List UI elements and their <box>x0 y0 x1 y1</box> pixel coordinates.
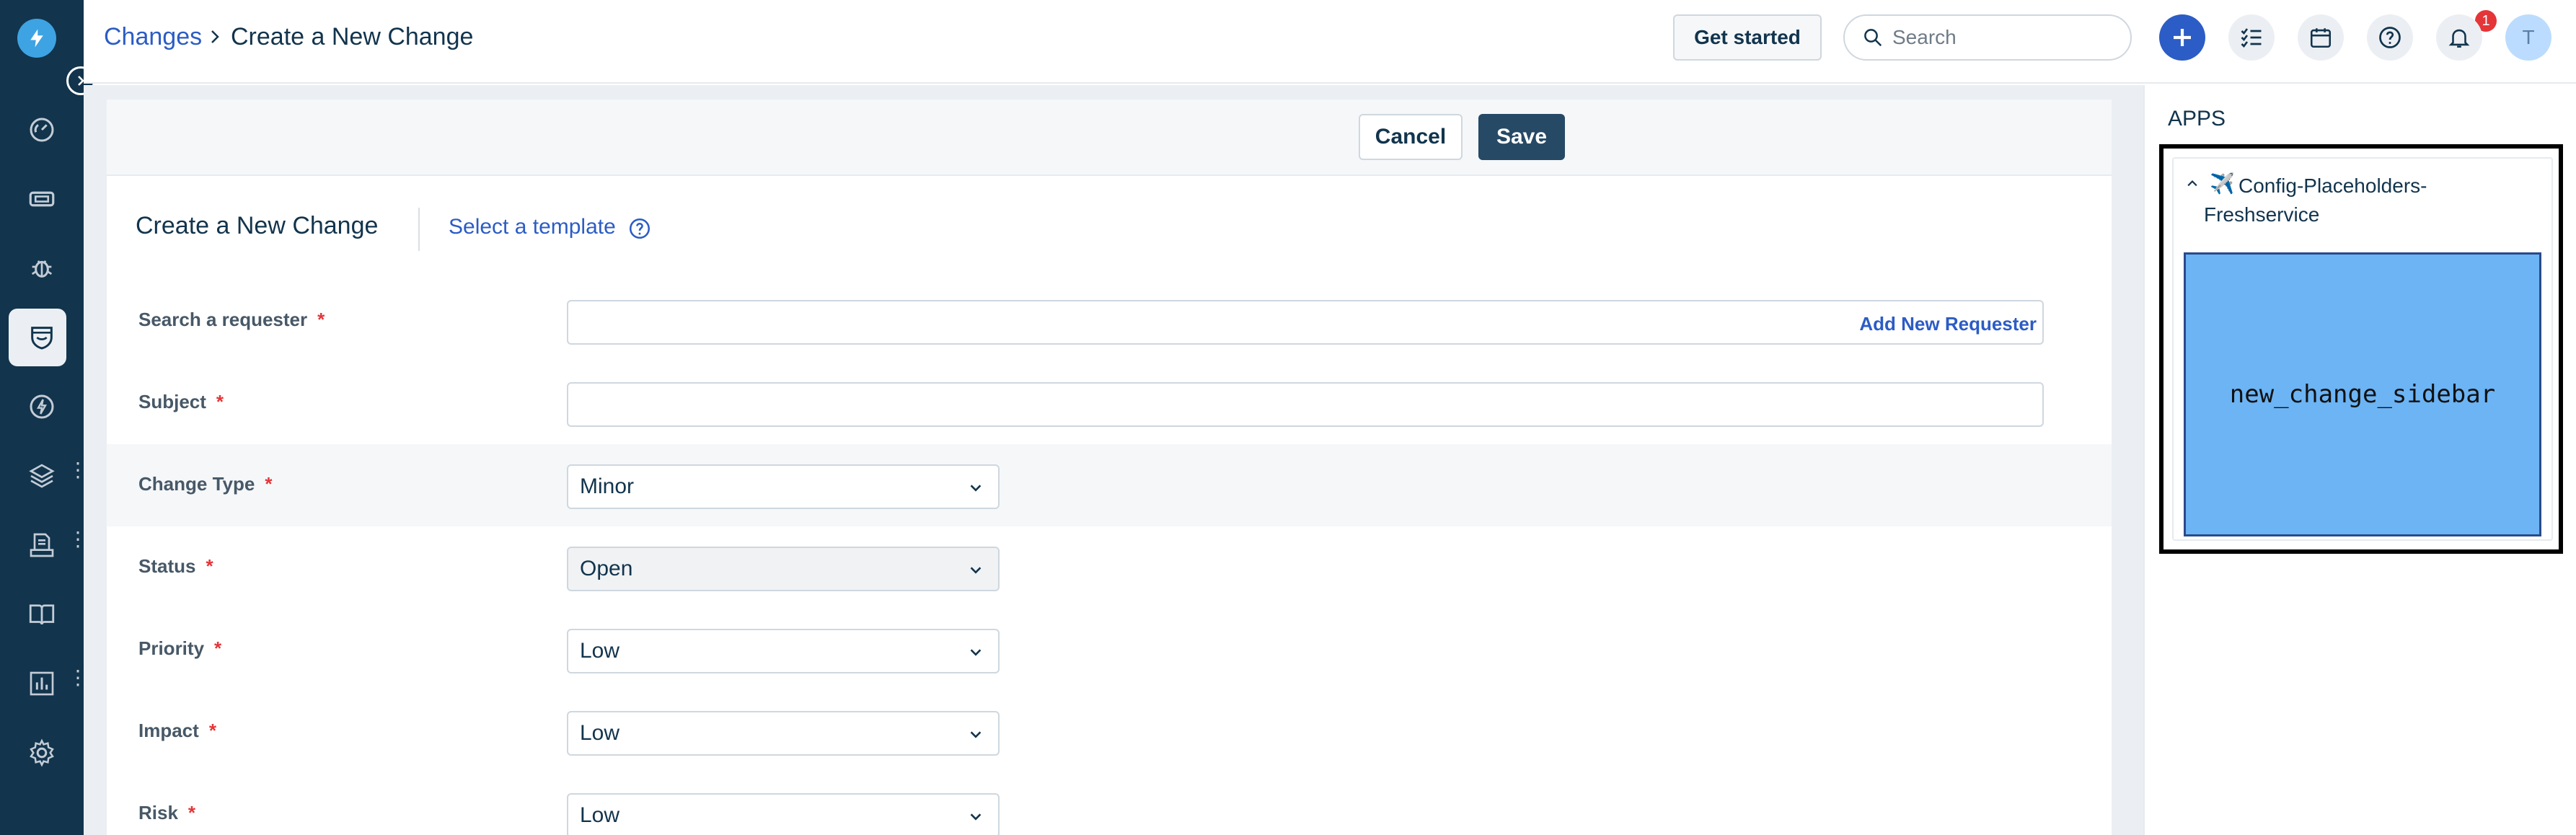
change-type-label: Change Type <box>138 473 255 495</box>
new-item-button[interactable] <box>2159 14 2205 61</box>
sidebar-item-releases[interactable] <box>0 378 84 436</box>
field-subject: Subject * <box>107 362 2112 444</box>
risk-value: Low <box>580 803 620 827</box>
chevron-right-icon <box>211 30 219 43</box>
priority-select[interactable]: Low <box>567 629 1000 673</box>
chevron-down-icon <box>970 567 982 574</box>
freshservice-logo-icon[interactable] <box>17 19 56 58</box>
search-icon <box>1864 29 1882 47</box>
field-risk: Risk * Low <box>107 773 2112 835</box>
apps-title: APPS <box>2168 107 2226 131</box>
help-icon <box>2379 27 2401 48</box>
app-placeholder-canvas[interactable]: new_change_sidebar <box>2184 252 2541 536</box>
book-icon <box>29 604 55 625</box>
layers-icon <box>29 464 55 488</box>
priority-value: Low <box>580 639 620 663</box>
save-button[interactable]: Save <box>1478 114 1565 160</box>
field-change-type: Change Type * Minor <box>107 444 2112 526</box>
template-help-icon[interactable] <box>627 216 652 241</box>
sidebar-item-solutions[interactable] <box>0 586 84 643</box>
field-priority: Priority * Low <box>107 609 2112 691</box>
field-impact: Impact * Low <box>107 691 2112 773</box>
impact-value: Low <box>580 721 620 745</box>
ticket-icon <box>29 191 55 207</box>
gauge-icon <box>30 118 54 142</box>
chevron-down-icon <box>970 813 982 821</box>
bug-icon <box>31 260 53 278</box>
search-input[interactable] <box>1892 26 2109 49</box>
sidebar-item-admin[interactable] <box>0 724 84 782</box>
sidebar-item-tickets[interactable] <box>0 170 84 228</box>
requester-label: Search a requester <box>138 309 308 330</box>
impact-label: Impact <box>138 720 199 741</box>
risk-select[interactable]: Low <box>567 793 1000 835</box>
chevron-down-icon <box>970 485 982 492</box>
bolt-icon <box>30 394 54 419</box>
notifications-button[interactable] <box>2436 14 2482 61</box>
required-marker: * <box>188 802 196 823</box>
field-status: Status * Open <box>107 526 2112 609</box>
airplane-icon: ✈️ <box>2210 172 2235 195</box>
app-highlight-frame: Config-Placeholders-Freshservice ✈️ new_… <box>2159 144 2563 554</box>
subject-input[interactable] <box>567 382 2044 427</box>
gear-icon <box>30 738 54 767</box>
shield-icon <box>31 327 53 350</box>
chevron-up-icon[interactable] <box>2185 176 2200 190</box>
document-icon <box>30 533 54 557</box>
bell-icon <box>2448 29 2470 48</box>
app-name: Config-Placeholders-Freshservice <box>2204 174 2427 226</box>
sidebar-item-changes[interactable] <box>0 309 84 366</box>
required-marker: * <box>206 555 213 577</box>
help-button[interactable] <box>2367 14 2413 61</box>
chevron-down-icon <box>970 731 982 738</box>
app-placeholder-label: new_change_sidebar <box>2229 380 2496 409</box>
impact-select[interactable]: Low <box>567 711 1000 756</box>
change-type-value: Minor <box>580 474 635 498</box>
apps-panel: APPS Config-Placeholders-Freshservice ✈️… <box>2143 85 2576 835</box>
change-type-select[interactable]: Minor <box>567 464 1000 509</box>
subject-label: Subject <box>138 391 206 412</box>
select-template-link[interactable]: Select a template <box>449 215 616 239</box>
divider <box>418 208 420 251</box>
risk-label: Risk <box>138 802 178 823</box>
global-search[interactable] <box>1843 14 2132 61</box>
page-title: Create a New Change <box>231 23 474 50</box>
required-marker: * <box>214 637 222 659</box>
cancel-button[interactable]: Cancel <box>1359 114 1463 160</box>
status-value: Open <box>580 557 633 580</box>
required-marker: * <box>317 309 325 330</box>
top-header: Changes Create a New Change Get started … <box>84 0 2576 84</box>
main-content: Cancel Save Create a New Change Select a… <box>84 85 2143 835</box>
new-change-form: Cancel Save Create a New Change Select a… <box>107 100 2112 835</box>
required-marker: * <box>216 391 224 412</box>
get-started-button[interactable]: Get started <box>1673 14 1822 61</box>
requester-search-input[interactable]: Add New Requester <box>567 300 2044 345</box>
form-title: Create a New Change <box>136 212 379 239</box>
status-select[interactable]: Open <box>567 547 1000 591</box>
field-requester: Search a requester * Add New Requester <box>107 280 2112 362</box>
todo-list-icon <box>2241 28 2262 48</box>
chart-icon <box>30 671 54 696</box>
breadcrumb-changes-link[interactable]: Changes <box>104 23 202 51</box>
plus-icon <box>2174 29 2191 46</box>
required-marker: * <box>265 473 273 495</box>
sidebar-item-dashboard[interactable] <box>0 101 84 159</box>
app-card: Config-Placeholders-Freshservice ✈️ new_… <box>2172 157 2553 541</box>
left-nav-rail: ⋮ ⋮ ⋮ <box>0 0 95 835</box>
status-label: Status <box>138 555 196 577</box>
form-action-bar: Cancel Save <box>107 100 2112 176</box>
priority-label: Priority <box>138 637 205 659</box>
required-marker: * <box>208 720 216 741</box>
todo-button[interactable] <box>2228 14 2275 61</box>
add-new-requester-link[interactable]: Add New Requester <box>1859 313 2037 335</box>
user-avatar[interactable]: T <box>2505 14 2551 61</box>
calendar-button[interactable] <box>2298 14 2344 61</box>
calendar-icon <box>2310 28 2332 48</box>
chevron-down-icon <box>970 649 982 656</box>
sidebar-item-problems[interactable] <box>0 238 84 296</box>
